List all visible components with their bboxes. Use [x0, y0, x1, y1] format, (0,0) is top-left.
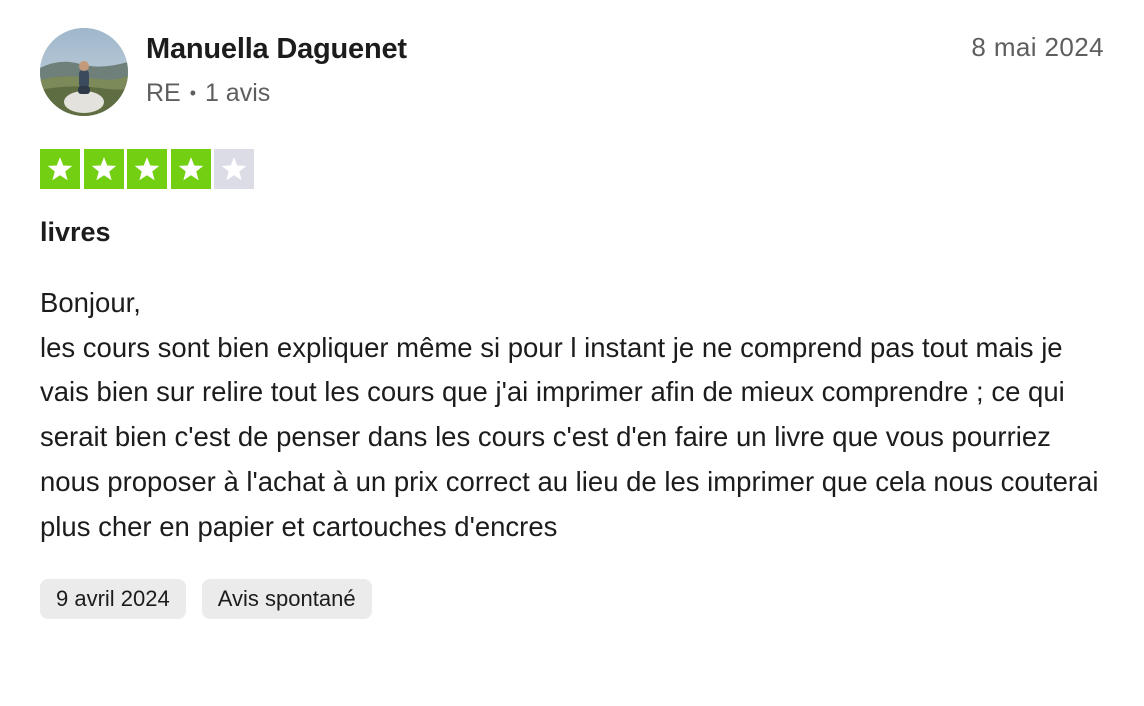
user-review-count: 1 avis	[204, 79, 271, 107]
star-rating	[40, 149, 1104, 189]
star-3	[127, 149, 167, 189]
user-country: RE	[146, 79, 181, 107]
star-5	[214, 149, 254, 189]
avatar[interactable]	[40, 28, 128, 116]
review-type-tag: Avis spontané	[201, 579, 372, 620]
experience-date-tag: 9 avril 2024	[40, 579, 186, 620]
avatar-photo-icon	[40, 28, 128, 116]
review-body: Bonjour, les cours sont bien expliquer m…	[40, 287, 1099, 542]
review-tags: 9 avril 2024 Avis spontané	[40, 579, 1104, 620]
star-icon	[221, 157, 247, 181]
review-title[interactable]: livres	[40, 215, 1104, 249]
user-name[interactable]: Manuella Daguenet	[146, 31, 407, 67]
star-2	[83, 149, 124, 189]
meta-separator: •	[189, 83, 196, 103]
star-icon	[91, 157, 116, 181]
star-4	[170, 149, 211, 189]
review-header: Manuella Daguenet RE • 1 avis 8 mai 2024	[40, 28, 1104, 124]
star-1	[40, 149, 80, 189]
user-info: Manuella Daguenet RE • 1 avis	[146, 28, 407, 108]
user-meta: RE • 1 avis	[146, 78, 407, 108]
star-icon	[47, 157, 73, 181]
star-icon	[134, 157, 160, 181]
star-icon	[178, 157, 203, 181]
review-card: Manuella Daguenet RE • 1 avis 8 mai 2024…	[40, 28, 1104, 620]
review-date: 8 mai 2024	[971, 32, 1104, 62]
